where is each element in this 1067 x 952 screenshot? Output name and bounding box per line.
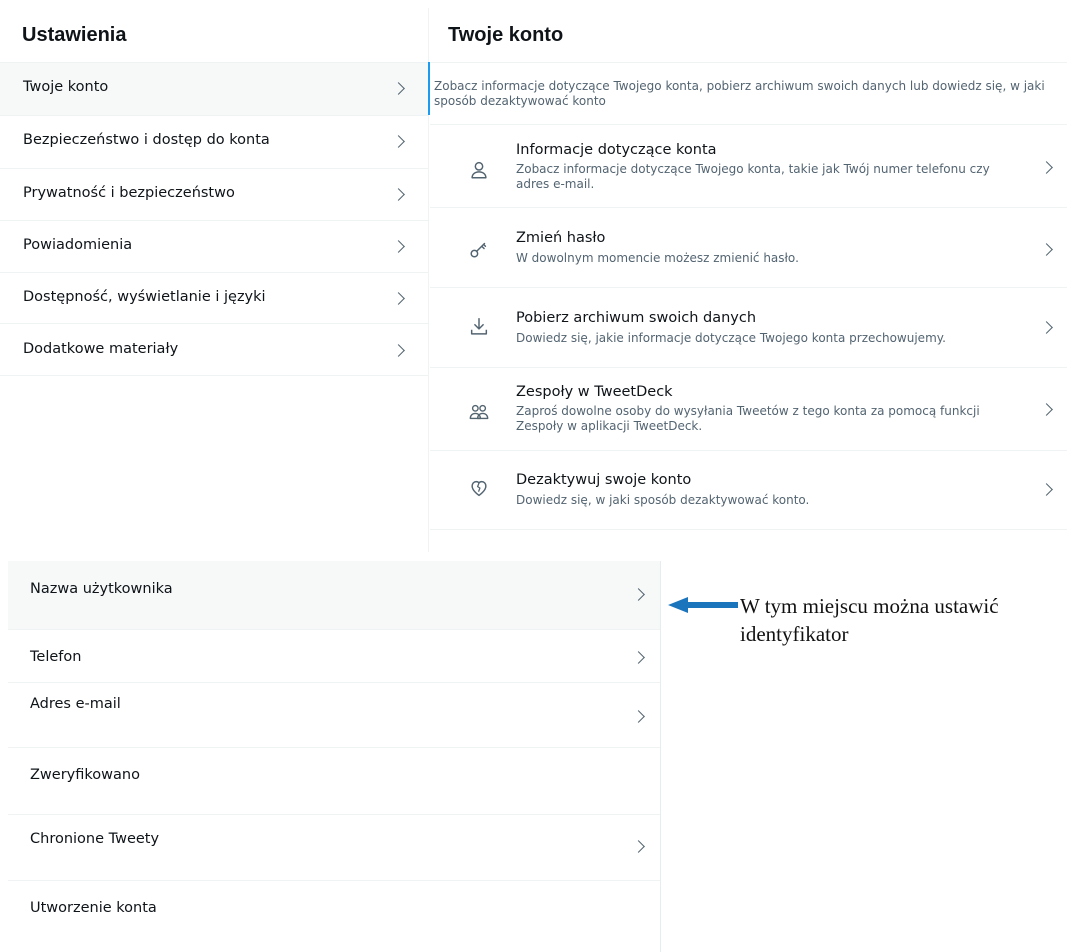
chevron-right-icon [392, 344, 405, 357]
account-column: Twoje konto Zobacz informacje dotyczące … [430, 0, 1067, 552]
divider [0, 323, 428, 324]
chevron-right-icon [1040, 161, 1053, 174]
account-intro-text: Zobacz informacje dotyczące Twojego kont… [434, 79, 1045, 108]
option-description: Dowiedz się, jakie informacje dotyczące … [516, 331, 946, 345]
option-description: W dowolnym momencie możesz zmienić hasło… [516, 251, 799, 265]
sidebar-item-label: Twoje konto [23, 79, 109, 95]
sidebar-item-prywatnosc[interactable]: Prywatność i bezpieczeństwo [0, 169, 428, 221]
item-account-creation: Utworzenie konta [8, 881, 660, 952]
item-label: Utworzenie konta [30, 900, 157, 916]
item-verified: Zweryfikowano [8, 748, 660, 814]
account-info-panel: Nazwa użytkownika Telefon Adres e-mail Z… [8, 561, 661, 952]
people-icon [469, 404, 489, 420]
sidebar-item-label: Powiadomienia [23, 237, 133, 253]
option-description: Zobacz informacje dotyczące Twojego kont… [516, 162, 990, 191]
option-account-information[interactable]: Informacje dotyczące konta Zobacz inform… [430, 125, 1067, 207]
chevron-right-icon [1040, 321, 1053, 334]
option-title: Pobierz archiwum swoich danych [516, 310, 757, 326]
sidebar-item-label: Dostępność, wyświetlanie i języki [23, 289, 266, 305]
broken-heart-icon [471, 480, 487, 497]
chevron-right-icon [392, 240, 405, 253]
chevron-right-icon [632, 710, 645, 723]
chevron-right-icon [1040, 403, 1053, 416]
item-label: Telefon [30, 649, 82, 665]
settings-title: Ustawienia [22, 24, 127, 46]
chevron-right-icon [1040, 243, 1053, 256]
settings-column: Ustawienia Twoje konto Bezpieczeństwo i … [0, 0, 428, 552]
sidebar-item-label: Prywatność i bezpieczeństwo [23, 185, 235, 201]
annotation-text: W tym miejscu można ustawić identyfikato… [740, 592, 1067, 648]
sidebar-item-twoje-konto[interactable]: Twoje konto [0, 63, 428, 115]
chevron-right-icon [392, 82, 405, 95]
option-download-archive[interactable]: Pobierz archiwum swoich danych Dowiedz s… [430, 288, 1067, 367]
option-title: Zmień hasło [516, 230, 606, 246]
option-description: Zaproś dowolne osoby do wysyłania Tweetó… [516, 404, 980, 433]
sidebar-item-dodatkowe-materialy[interactable]: Dodatkowe materiały [0, 325, 428, 377]
option-description: Dowiedz się, w jaki sposób dezaktywować … [516, 493, 810, 507]
item-label: Nazwa użytkownika [30, 581, 173, 597]
sidebar-item-label: Dodatkowe materiały [23, 341, 179, 357]
key-icon [470, 242, 487, 258]
chevron-right-icon [392, 292, 405, 305]
download-icon [470, 318, 488, 335]
divider [430, 62, 1067, 63]
item-email[interactable]: Adres e-mail [8, 683, 660, 747]
item-phone[interactable]: Telefon [8, 630, 660, 682]
chevron-right-icon [632, 840, 645, 853]
sidebar-item-bezpieczenstwo[interactable]: Bezpieczeństwo i dostęp do konta [0, 116, 428, 168]
item-username[interactable]: Nazwa użytkownika [8, 561, 660, 629]
item-label: Chronione Tweety [30, 831, 160, 847]
chevron-right-icon [632, 588, 645, 601]
item-protected-tweets[interactable]: Chronione Tweety [8, 815, 660, 880]
option-change-password[interactable]: Zmień hasło W dowolnym momencie możesz z… [430, 208, 1067, 287]
option-deactivate-account[interactable]: Dezaktywuj swoje konto Dowiedz się, w ja… [430, 451, 1067, 529]
sidebar-item-powiadomienia[interactable]: Powiadomienia [0, 221, 428, 273]
option-tweetdeck-teams[interactable]: Zespoły w TweetDeck Zaproś dowolne osoby… [430, 368, 1067, 450]
option-title: Informacje dotyczące konta [516, 142, 717, 158]
annotation-line-1: W tym miejscu można ustawić [740, 594, 999, 618]
item-label: Zweryfikowano [30, 767, 140, 783]
chevron-right-icon [392, 188, 405, 201]
person-icon [471, 161, 487, 179]
option-title: Zespoły w TweetDeck [516, 384, 673, 400]
annotation-arrow-icon [668, 597, 738, 613]
sidebar-item-label: Bezpieczeństwo i dostęp do konta [23, 132, 270, 148]
account-title: Twoje konto [448, 24, 564, 46]
item-label: Adres e-mail [30, 696, 121, 712]
chevron-right-icon [392, 135, 405, 148]
annotation-line-2: identyfikator [740, 622, 849, 646]
sidebar-item-dostepnosc[interactable]: Dostępność, wyświetlanie i języki [0, 273, 428, 325]
option-title: Dezaktywuj swoje konto [516, 472, 692, 488]
divider [430, 529, 1067, 530]
chevron-right-icon [632, 651, 645, 664]
divider [0, 375, 428, 376]
chevron-right-icon [1040, 483, 1053, 496]
